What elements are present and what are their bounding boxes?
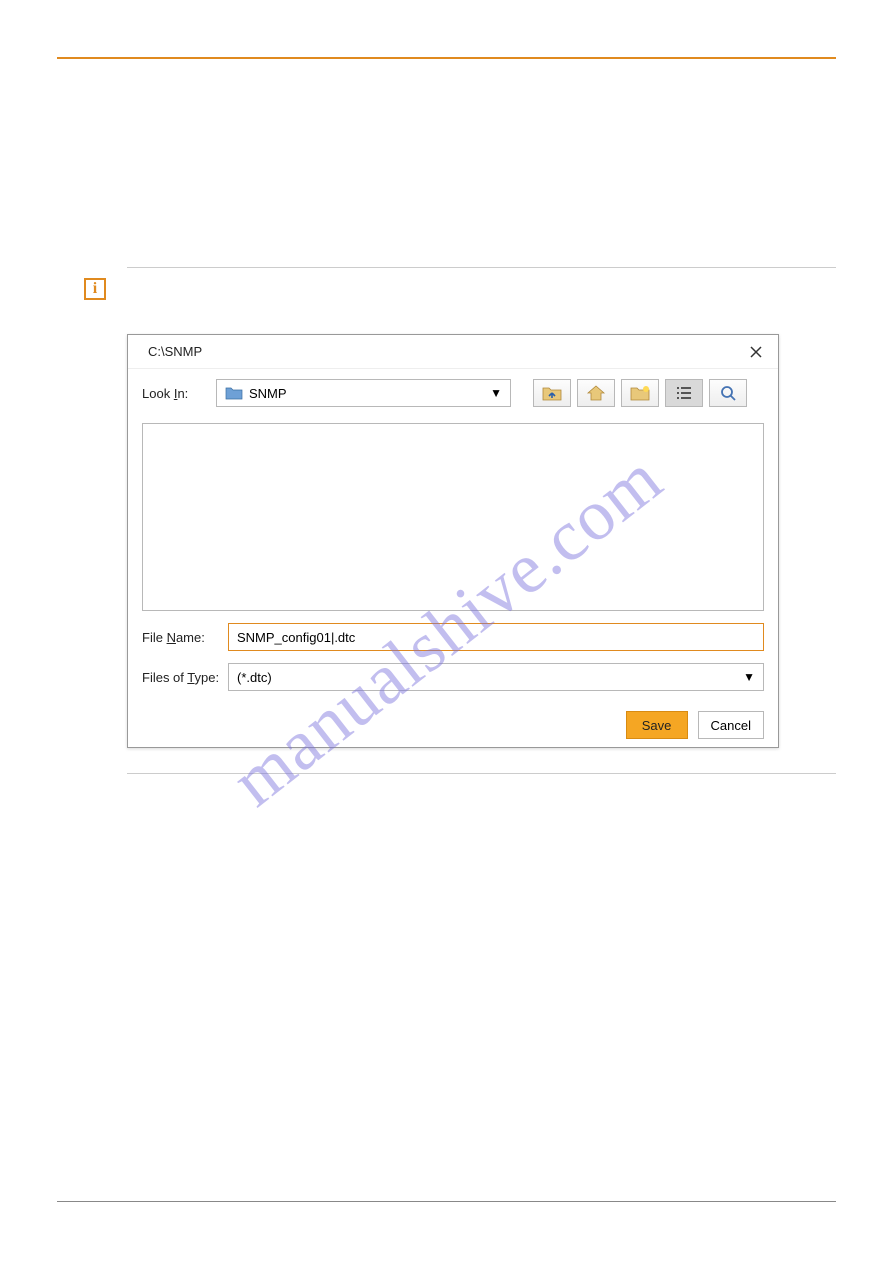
dialog-titlebar: C:\SNMP (128, 335, 778, 369)
file-name-row: File Name: (128, 617, 778, 657)
close-icon (749, 345, 763, 359)
list-view-icon (675, 385, 693, 401)
lbl-part: ame: (176, 630, 205, 645)
file-name-input[interactable] (228, 623, 764, 651)
lbl-part: ype: (195, 670, 220, 685)
save-button[interactable]: Save (626, 711, 688, 739)
lbl-part: Files of (142, 670, 187, 685)
lbl-part: n: (177, 386, 188, 401)
details-view-button[interactable] (709, 379, 747, 407)
page-bottom-rule (57, 1201, 836, 1202)
chevron-down-icon: ▼ (743, 670, 755, 684)
folder-icon (225, 386, 243, 400)
file-type-label: Files of Type: (142, 670, 228, 685)
page-top-rule (57, 57, 836, 59)
details-view-icon (719, 384, 737, 402)
lbl-u: N (167, 630, 176, 645)
save-dialog: C:\SNMP Look In: SNMP ▼ (127, 334, 779, 748)
look-in-value: SNMP (249, 386, 287, 401)
new-folder-button[interactable] (621, 379, 659, 407)
up-folder-icon (541, 384, 563, 402)
info-icon: i (84, 278, 106, 300)
cancel-button[interactable]: Cancel (698, 711, 764, 739)
content-divider (127, 267, 836, 268)
look-in-select[interactable]: SNMP ▼ (216, 379, 511, 407)
dialog-title: C:\SNMP (148, 344, 202, 359)
list-view-button[interactable] (665, 379, 703, 407)
file-name-label: File Name: (142, 630, 228, 645)
file-type-row: Files of Type: (*.dtc) ▼ (128, 657, 778, 697)
lbl-part: Look (142, 386, 174, 401)
dialog-button-row: Save Cancel (128, 697, 778, 739)
file-list-area[interactable] (142, 423, 764, 611)
home-button[interactable] (577, 379, 615, 407)
up-folder-button[interactable] (533, 379, 571, 407)
file-type-select[interactable]: (*.dtc) ▼ (228, 663, 764, 691)
file-type-value: (*.dtc) (237, 670, 272, 685)
chevron-down-icon: ▼ (490, 386, 502, 400)
lbl-u: T (187, 670, 194, 685)
close-button[interactable] (744, 340, 768, 364)
look-in-row: Look In: SNMP ▼ (128, 369, 778, 417)
lbl-part: File (142, 630, 167, 645)
content-divider (127, 773, 836, 774)
look-in-label: Look In: (142, 386, 210, 401)
new-folder-icon (629, 384, 651, 402)
home-icon (586, 384, 606, 402)
